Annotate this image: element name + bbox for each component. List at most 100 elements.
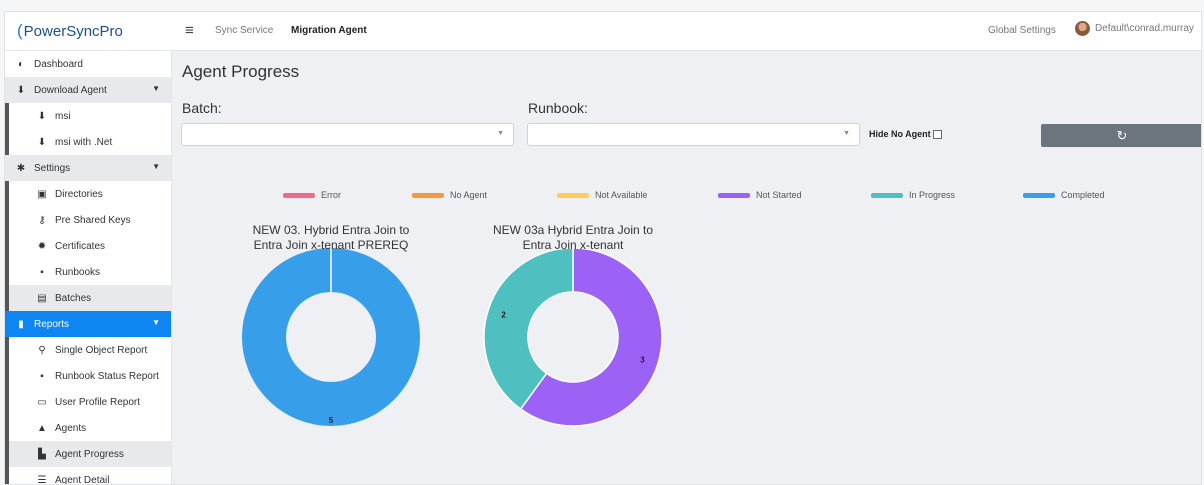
- report-icon: ▮: [18, 318, 24, 330]
- sidebar-item-reports[interactable]: ▮ Reports ▼: [5, 311, 171, 337]
- sidebar-item-agent-detail[interactable]: ☰ Agent Detail: [5, 467, 171, 485]
- download-icon: ⬇: [37, 136, 47, 148]
- chevron-down-icon: ▼: [152, 162, 160, 171]
- chart-title-line: Entra Join x-tenant: [522, 238, 624, 252]
- chevron-down-icon: ▼: [843, 130, 850, 137]
- legend-label: Error: [321, 190, 341, 200]
- sidebar-item-label: Agents: [55, 422, 87, 434]
- legend-swatch: [557, 192, 589, 198]
- sidebar-item-runbooks[interactable]: ▪ Runbooks: [5, 259, 171, 285]
- sidebar-item-user-profile-report[interactable]: ▭ User Profile Report: [5, 389, 171, 415]
- hide-no-agent-checkbox[interactable]: [932, 129, 942, 139]
- chart-title: NEW 03a Hybrid Entra Join to Entra Join x…: [463, 223, 683, 253]
- agent-icon: ▲: [37, 422, 47, 434]
- hamburger-menu-icon[interactable]: ≡: [185, 22, 194, 39]
- sidebar-item-label: msi with .Net: [55, 136, 113, 148]
- sidebar-item-label: Download Agent: [34, 84, 107, 96]
- chart-title-line: Entra Join x-tenant PREREQ: [253, 238, 409, 252]
- gear-icon: ✱: [16, 162, 26, 174]
- charts-canvas: 5 3 2: [242, 247, 663, 427]
- nav-migration-agent[interactable]: Migration Agent: [291, 25, 367, 36]
- sidebar-item-pre-shared-keys[interactable]: ⚷ Pre Shared Keys: [5, 207, 171, 233]
- main-content: 5 3 2 Agent Progress Batch: Runbook: ▼ ▼ H…: [172, 51, 1201, 484]
- batch-select[interactable]: ▼: [181, 123, 514, 146]
- key-icon: ⚷: [38, 214, 46, 226]
- chevron-down-icon: ▼: [152, 318, 160, 327]
- avatar: [1075, 21, 1090, 36]
- legend-item[interactable]: Not Available: [557, 190, 647, 200]
- sidebar-item-settings[interactable]: ✱ Settings ▼: [5, 155, 171, 181]
- app-window: ( PowerSyncPro ≡ Sync Service Migration …: [4, 11, 1202, 485]
- logo-mark: (: [17, 21, 23, 40]
- nav-sync-service[interactable]: Sync Service: [215, 25, 273, 36]
- slice-value-label: 3: [640, 356, 645, 365]
- legend-item[interactable]: In Progress: [871, 190, 955, 200]
- sidebar-item-agent-progress[interactable]: ▙ Agent Progress: [5, 441, 171, 467]
- sidebar-item-label: Certificates: [55, 240, 106, 252]
- hide-no-agent-label: Hide No Agent: [869, 129, 931, 139]
- search-icon: ⚲: [38, 344, 46, 356]
- sidebar-item-label: Pre Shared Keys: [55, 214, 131, 226]
- page-title: Agent Progress: [182, 62, 300, 81]
- legend-swatch: [283, 192, 315, 198]
- legend-item[interactable]: No Agent: [412, 190, 487, 200]
- id-card-icon: ▭: [37, 396, 47, 408]
- chart-title-line: NEW 03a Hybrid Entra Join to: [492, 223, 654, 237]
- sidebar-item-label: User Profile Report: [55, 396, 141, 408]
- sidebar-item-label: Runbooks: [55, 266, 101, 278]
- legend-item[interactable]: Error: [283, 190, 341, 200]
- download-icon: ⬇: [16, 84, 26, 96]
- sidebar-item-dashboard[interactable]: ◐ Dashboard: [5, 51, 171, 77]
- sidebar-item-batches[interactable]: ▤ Batches: [5, 285, 171, 311]
- list-icon: ☰: [37, 474, 47, 485]
- sidebar-item-msi[interactable]: ⬇ msi: [5, 103, 171, 129]
- sidebar: ◐ Dashboard ⬇ Download Agent ▼ ⬇ msi ⬇ msi with …: [5, 51, 172, 484]
- sidebar-item-certificates[interactable]: ✹ Certificates: [5, 233, 171, 259]
- batch-icon: ▤: [37, 292, 47, 304]
- runbook-select[interactable]: ▼: [527, 123, 860, 146]
- legend-swatch: [1023, 192, 1055, 198]
- slice-value-label: 2: [501, 310, 506, 319]
- sidebar-item-label: Dashboard: [34, 58, 83, 70]
- legend-swatch: [412, 192, 444, 198]
- user-menu[interactable]: Default\conrad.murray: [1075, 21, 1194, 36]
- sidebar-item-label: Directories: [55, 188, 103, 200]
- runbook-label: Runbook:: [528, 100, 588, 116]
- hide-no-agent-toggle[interactable]: Hide No Agent: [869, 129, 942, 139]
- legend-label: No Agent: [450, 190, 488, 200]
- brand-name: PowerSyncPro: [23, 22, 123, 40]
- download-icon: ⬇: [37, 110, 47, 122]
- sidebar-item-label: Reports: [34, 318, 70, 330]
- sidebar-item-runbook-status-report[interactable]: ▪ Runbook Status Report: [5, 363, 171, 389]
- legend-label: Not Available: [595, 190, 648, 200]
- directory-icon: ▣: [37, 188, 47, 200]
- sidebar-item-label: Agent Detail: [55, 474, 110, 485]
- chevron-down-icon: ▼: [152, 84, 160, 93]
- sidebar-item-msi-with-net[interactable]: ⬇ msi with .Net: [5, 129, 171, 155]
- runbook-icon: ▪: [40, 266, 44, 278]
- slice-value-label: 5: [329, 416, 334, 425]
- legend-label: Completed: [1061, 190, 1105, 200]
- legend-label: Not Started: [756, 190, 802, 200]
- sidebar-item-label: Settings: [34, 162, 71, 174]
- refresh-button[interactable]: ↻: [1041, 124, 1201, 147]
- brand-logo[interactable]: ( PowerSyncPro: [5, 12, 171, 50]
- sidebar-item-download-agent[interactable]: ⬇ Download Agent ▼: [5, 77, 171, 103]
- legend-item[interactable]: Not Started: [718, 190, 802, 200]
- legend-item[interactable]: Completed: [1023, 190, 1105, 200]
- refresh-icon: ↻: [1116, 127, 1128, 143]
- chart-icon: ▙: [38, 448, 46, 460]
- legend-swatch: [718, 192, 750, 198]
- sidebar-item-label: Agent Progress: [55, 448, 124, 460]
- sidebar-item-label: Batches: [55, 292, 92, 304]
- user-name: Default\conrad.murray: [1095, 23, 1194, 34]
- certificate-icon: ✹: [37, 240, 47, 252]
- sidebar-item-agents[interactable]: ▲ Agents: [5, 415, 171, 441]
- nav-global-settings[interactable]: Global Settings: [988, 25, 1056, 36]
- sidebar-item-label: msi: [55, 110, 71, 122]
- chart-title-line: NEW 03. Hybrid Entra Join to: [252, 223, 410, 237]
- chart-title: NEW 03. Hybrid Entra Join to Entra Join x…: [221, 223, 441, 253]
- sidebar-item-single-object-report[interactable]: ⚲ Single Object Report: [5, 337, 171, 363]
- sidebar-item-directories[interactable]: ▣ Directories: [5, 181, 171, 207]
- top-bar: ( PowerSyncPro ≡ Sync Service Migration …: [5, 12, 1201, 51]
